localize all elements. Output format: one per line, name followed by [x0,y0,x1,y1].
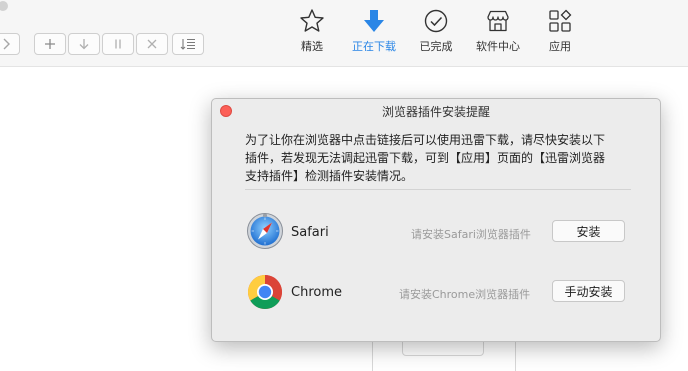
safari-compass-icon [247,213,283,249]
delete-button[interactable] [136,33,168,55]
browser-name-safari: Safari [291,225,329,240]
safari-install-button[interactable]: 安装 [552,220,625,242]
chrome-logo-icon [248,275,282,309]
start-download-button[interactable] [68,33,100,55]
forward-button[interactable] [0,33,20,55]
nav-featured[interactable]: 精选 [280,8,344,58]
nav-completed[interactable]: 已完成 [404,8,468,58]
description-line: 支持插件】检测插件安装情况。 [245,169,414,183]
dialog-description: 为了让你在浏览器中点击链接后可以使用迅雷下载，请尽快安装以下 插件，若发现无法调… [245,131,637,185]
nav-downloading[interactable]: 正在下载 [342,8,406,58]
window-control-dot[interactable] [0,1,8,11]
top-toolbar: 精选 正在下载 已完成 软件中心 应用 [0,0,688,67]
plugin-install-dialog: 浏览器插件安装提醒 为了让你在浏览器中点击链接后可以使用迅雷下载，请尽快安装以下… [211,98,661,342]
description-line: 插件，若发现无法调起迅雷下载，可到【应用】页面的【迅雷浏览器 [245,151,606,165]
plus-icon [45,39,55,49]
dialog-title: 浏览器插件安装提醒 [381,105,490,119]
download-arrow-icon [364,10,384,32]
nav-downloading-label: 正在下载 [352,40,396,53]
nav-software-center-label: 软件中心 [476,40,520,53]
pause-button[interactable] [102,33,134,55]
star-icon [300,9,324,32]
new-task-button[interactable] [34,33,66,55]
browser-name-chrome: Chrome [291,285,342,300]
nav-featured-label: 精选 [301,40,323,53]
check-circle-icon [424,9,448,33]
apps-grid-icon [549,9,572,32]
dialog-divider [245,189,631,190]
pause-icon [115,39,121,49]
close-icon [147,39,157,49]
sort-list-icon [180,38,195,50]
chevron-right-icon [3,38,10,50]
description-line: 为了让你在浏览器中点击链接后可以使用迅雷下载，请尽快安装以下 [245,133,606,147]
nav-completed-label: 已完成 [419,40,453,53]
nav-software-center[interactable]: 软件中心 [466,8,530,58]
safari-install-hint: 请安装Safari浏览器插件 [411,228,531,241]
arrow-down-icon [79,39,89,50]
store-icon [487,10,509,32]
nav-apps[interactable]: 应用 [528,8,592,58]
sort-button[interactable] [172,33,204,55]
chrome-manual-install-button[interactable]: 手动安装 [552,280,625,302]
chrome-install-hint: 请安装Chrome浏览器插件 [399,288,531,301]
nav-apps-label: 应用 [549,40,571,53]
